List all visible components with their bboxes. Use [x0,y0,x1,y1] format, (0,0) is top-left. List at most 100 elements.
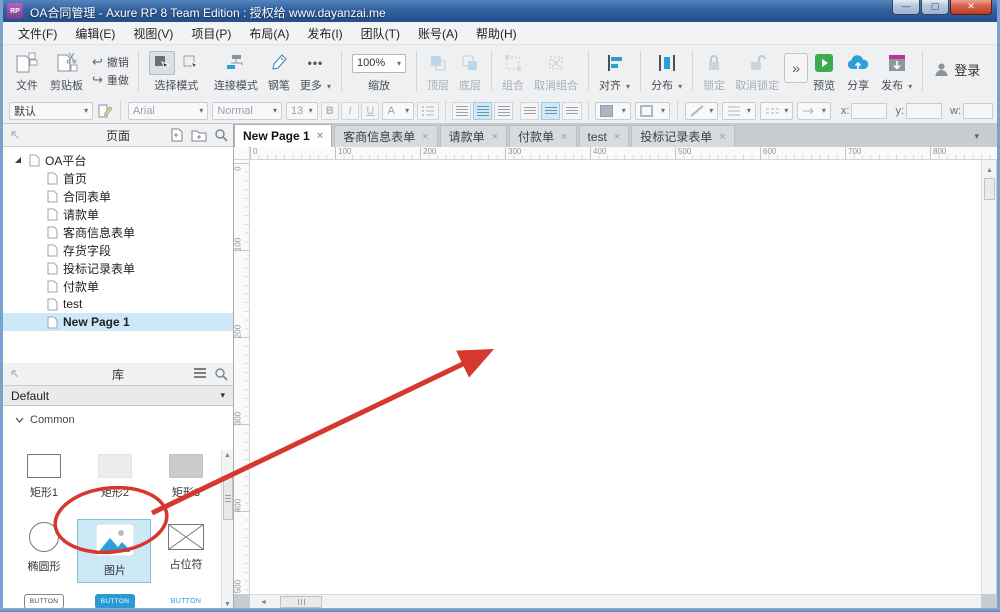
file-tools-button[interactable]: 文件 [9,49,45,93]
menu-hamburger-icon[interactable] [193,367,207,381]
menu-view[interactable]: 视图(V) [124,22,182,45]
align-right-button[interactable] [494,101,514,120]
add-page-icon[interactable] [170,128,184,142]
zoom-select[interactable]: 100% ▾ [351,53,406,73]
tab-supplier-form[interactable]: 客商信息表单 × [334,125,438,147]
pen-tool-button[interactable]: 钢笔 [263,49,295,93]
vertical-scrollbar[interactable]: ▲ [981,160,996,594]
valign-bottom-button[interactable] [562,101,582,120]
w-input[interactable] [963,102,994,119]
widget-ellipse[interactable]: 椭圆形 [9,522,79,574]
search-icon[interactable] [214,128,228,142]
distribute-button[interactable]: 分布 ▾ [646,49,687,93]
close-icon[interactable]: × [422,131,428,143]
ungroup-button[interactable]: 取消组合 [529,49,583,93]
scroll-up-icon[interactable]: ▲ [984,165,995,176]
close-icon[interactable]: × [561,131,567,143]
arrow-style-select[interactable]: ▾ [797,101,831,120]
send-to-back-button[interactable]: 底层 [454,49,486,93]
horizontal-scrollbar[interactable]: ◄ [250,594,981,609]
align-button[interactable]: 对齐 ▾ [594,49,635,93]
align-center-button[interactable] [473,101,493,120]
italic-button[interactable]: I [340,101,360,120]
close-button[interactable]: ✕ [950,0,992,15]
minimize-button[interactable]: — [892,0,920,15]
tab-payment-request[interactable]: 请款单 × [439,125,508,147]
close-icon[interactable]: × [492,131,498,143]
menu-arrange[interactable]: 布局(A) [240,22,298,45]
scroll-up-icon[interactable]: ▲ [224,452,231,459]
close-icon[interactable]: × [317,130,323,142]
connect-mode-button[interactable]: 连接模式 [209,49,263,93]
library-scrollbar[interactable]: ▲ ▼ [221,450,233,610]
redo-button[interactable]: ↪ 重做 [92,72,129,88]
scrollbar-thumb[interactable] [223,476,233,520]
login-button[interactable]: 登录 [928,49,986,89]
design-canvas[interactable] [250,160,981,594]
tab-test[interactable]: test × [578,125,630,147]
page-tree-root[interactable]: OA平台 [3,151,233,169]
page-tree-item[interactable]: 首页 [3,169,233,187]
search-icon[interactable] [214,367,228,381]
page-tree-item[interactable]: 合同表单 [3,187,233,205]
widget-rect2[interactable]: 矩形2 [80,454,150,500]
unlock-button[interactable]: 取消锁定 [730,49,784,93]
menu-account[interactable]: 账号(A) [409,22,467,45]
page-tree-item[interactable]: 客商信息表单 [3,223,233,241]
publish-button[interactable]: 发布 ▾ [876,49,917,93]
tab-payment-form[interactable]: 付款单 × [509,125,577,147]
page-tree-item[interactable]: 付款单 [3,277,233,295]
library-section-common[interactable]: Common [3,406,233,426]
scrollbar-thumb[interactable] [984,178,995,200]
page-tree-item[interactable]: test [3,295,233,313]
scroll-left-icon[interactable]: ◄ [258,597,269,608]
close-icon[interactable]: × [614,131,620,143]
dash-style-select[interactable]: ▾ [759,101,794,120]
widget-rect3[interactable]: 矩形3 [151,454,221,500]
bring-to-front-button[interactable]: 顶层 [422,49,454,93]
bold-button[interactable]: B [320,101,339,120]
font-size-select[interactable]: 13 ▾ [286,101,318,120]
menu-publish[interactable]: 发布(I) [298,22,351,45]
menu-file[interactable]: 文件(F) [9,22,66,45]
toolbar-overflow-button[interactable]: » [784,53,809,83]
scrollbar-thumb[interactable] [280,596,322,608]
select-intersect-button[interactable] [148,51,175,75]
preview-button[interactable]: 预览 [808,49,840,93]
tab-list-dropdown-icon[interactable]: ▾ [974,131,979,142]
widget-image[interactable]: 图片 [80,524,150,578]
share-button[interactable]: 分享 [840,49,876,93]
y-input[interactable] [906,102,943,119]
edit-style-button[interactable] [95,101,115,121]
valign-top-button[interactable] [519,101,540,120]
font-weight-select[interactable]: Normal ▾ [212,101,282,120]
line-style-select[interactable]: ▾ [722,101,756,120]
valign-middle-button[interactable] [541,101,561,120]
maximize-button[interactable]: ▢ [921,0,949,15]
page-tree-item[interactable]: 请款单 [3,205,233,223]
clipboard-tools-button[interactable]: 剪贴板 [45,49,88,93]
lock-button[interactable]: 锁定 [698,49,730,93]
page-tree-item[interactable]: 存货字段 [3,241,233,259]
menu-edit[interactable]: 编辑(E) [66,22,124,45]
font-color-select[interactable]: A ▾ [382,101,415,120]
menu-help[interactable]: 帮助(H) [467,22,526,45]
scroll-down-icon[interactable]: ▼ [224,601,231,608]
library-select[interactable]: Default ▾ [3,386,233,406]
widget-placeholder[interactable]: 占位符 [151,524,221,572]
underline-button[interactable]: U [361,101,380,120]
title-bar[interactable]: RP OA合同管理 - Axure RP 8 Team Edition : 授权… [0,0,1000,22]
undo-button[interactable]: ↩ 撤销 [92,54,129,70]
border-color-select[interactable]: ▾ [634,101,670,120]
close-icon[interactable]: × [719,131,725,143]
group-button[interactable]: 组合 [497,49,529,93]
tab-new-page-1[interactable]: New Page 1 × [234,124,333,147]
widget-rect1[interactable]: 矩形1 [9,454,79,500]
fill-color-select[interactable]: ▾ [595,101,631,120]
align-left-button[interactable] [451,101,472,120]
add-folder-icon[interactable] [191,128,207,142]
menu-team[interactable]: 团队(T) [352,22,409,45]
bullet-list-button[interactable] [417,101,440,120]
page-tree-item-selected[interactable]: New Page 1 [3,313,233,331]
font-family-select[interactable]: Arial ▾ [127,101,209,120]
